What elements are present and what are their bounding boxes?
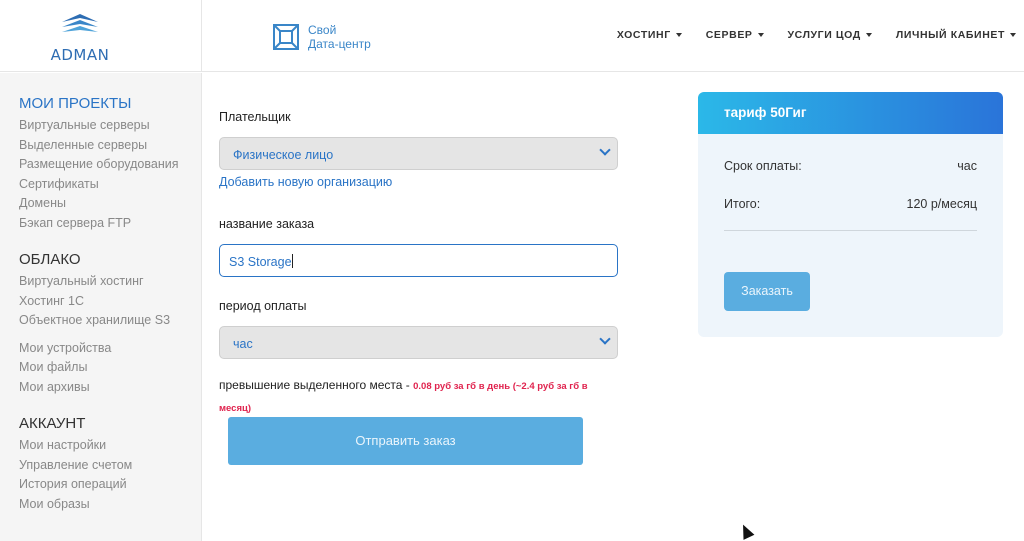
sidebar-item-virtual-hosting[interactable]: Виртуальный хостинг: [19, 272, 201, 292]
text-cursor: [291, 254, 293, 268]
sidebar-item-my-devices[interactable]: Мои устройства: [19, 339, 201, 359]
payment-period-label: период оплаты: [219, 299, 307, 313]
sidebar-item-domains[interactable]: Домены: [19, 194, 201, 214]
order-name-input[interactable]: S3 Storage: [219, 244, 618, 277]
tariff-total-row: Итого: 120 р/месяц: [724, 197, 977, 211]
sidebar-item-virtual-servers[interactable]: Виртуальные серверы: [19, 116, 201, 136]
storage-excess-rate-cont: месяц): [219, 403, 252, 414]
payer-label: Плательщик: [219, 110, 291, 124]
page: ADMAN Свой Дата-центр ХОСТИНГ СЕРВЕР УСЛ…: [0, 0, 1024, 541]
tariff-term-value: час: [957, 159, 977, 173]
brand-area: ADMAN: [0, 0, 202, 72]
order-name-value: S3 Storage: [229, 255, 292, 269]
caret-down-icon: [757, 33, 764, 37]
caret-down-icon: [865, 33, 872, 37]
order-name-label: название заказа: [219, 217, 315, 231]
nav-server-label: СЕРВЕР: [705, 29, 753, 41]
sidebar-group-cloud: ОБЛАКО Виртуальный хостинг Хостинг 1С Об…: [19, 251, 201, 397]
tariff-term-row: Срок оплаты: час: [724, 159, 977, 173]
sidebar-item-my-archives[interactable]: Мои архивы: [19, 378, 201, 398]
sidebar-heading-account[interactable]: АККАУНТ: [19, 415, 201, 432]
sidebar-item-s3-storage[interactable]: Объектное хранилище S3: [19, 311, 201, 331]
sidebar-item-billing[interactable]: Управление счетом: [19, 456, 201, 476]
datacenter-label: Свой Дата-центр: [308, 23, 371, 51]
sidebar: МОИ ПРОЕКТЫ Виртуальные серверы Выделенн…: [0, 73, 202, 541]
order-form: Плательщик Физическое лицо Добавить нову…: [219, 110, 619, 465]
sidebar-group-account: АККАУНТ Мои настройки Управление счетом …: [19, 415, 201, 514]
sidebar-item-my-images[interactable]: Мои образы: [19, 495, 201, 515]
payer-select[interactable]: Физическое лицо: [219, 137, 618, 170]
nav-hosting-label: ХОСТИНГ: [616, 29, 671, 41]
datacenter-link[interactable]: Свой Дата-центр: [272, 19, 371, 55]
payment-period-value: час: [233, 337, 253, 351]
tariff-total-label: Итого:: [724, 197, 761, 211]
nav-account[interactable]: ЛИЧНЫЙ КАБИНЕТ: [896, 29, 1016, 41]
tariff-term-label: Срок оплаты:: [724, 159, 802, 173]
sidebar-item-ftp-backup[interactable]: Бэкап сервера FTP: [19, 214, 201, 234]
order-button[interactable]: Заказать: [724, 272, 810, 311]
top-header: ADMAN Свой Дата-центр ХОСТИНГ СЕРВЕР УСЛ…: [0, 0, 1024, 72]
sidebar-item-my-files[interactable]: Мои файлы: [19, 358, 201, 378]
brand-logo[interactable]: ADMAN: [42, 12, 118, 64]
sidebar-item-certificates[interactable]: Сертификаты: [19, 175, 201, 195]
tariff-title: тариф 50Гиг: [698, 92, 1003, 134]
sidebar-item-dedicated-servers[interactable]: Выделенные серверы: [19, 136, 201, 156]
sidebar-item-history[interactable]: История операций: [19, 475, 201, 495]
sidebar-group-projects: МОИ ПРОЕКТЫ Виртуальные серверы Выделенн…: [19, 95, 201, 233]
nav-dc-services-label: УСЛУГИ ЦОД: [787, 29, 861, 41]
storage-excess-note: превышение выделенного места - 0.08 руб …: [219, 375, 619, 419]
nav-account-label: ЛИЧНЫЙ КАБИНЕТ: [895, 29, 1005, 41]
submit-order-button[interactable]: Отправить заказ: [228, 417, 583, 465]
chevron-down-icon: [599, 144, 611, 156]
sidebar-item-hosting-1c[interactable]: Хостинг 1С: [19, 292, 201, 312]
caret-down-icon: [675, 33, 682, 37]
brand-name: ADMAN: [50, 46, 110, 64]
tariff-total-value: 120 р/месяц: [906, 197, 977, 211]
tariff-divider: [724, 230, 977, 231]
datacenter-icon: [273, 24, 299, 50]
nav-dc-services[interactable]: УСЛУГИ ЦОД: [788, 29, 872, 41]
tariff-panel: тариф 50Гиг Срок оплаты: час Итого: 120 …: [698, 92, 1003, 337]
nav-server[interactable]: СЕРВЕР: [706, 29, 764, 41]
caret-down-icon: [1010, 33, 1016, 37]
sidebar-item-my-settings[interactable]: Мои настройки: [19, 436, 201, 456]
datacenter-line-1: Свой: [308, 23, 337, 37]
sidebar-heading-cloud[interactable]: ОБЛАКО: [19, 251, 201, 268]
storage-excess-rate: 0.08 руб за гб в день (~2.4 руб за гб в: [413, 381, 588, 392]
nav-hosting[interactable]: ХОСТИНГ: [617, 29, 682, 41]
add-organization-link[interactable]: Добавить новую организацию: [219, 175, 619, 189]
sidebar-item-colocation[interactable]: Размещение оборудования: [19, 155, 201, 175]
chevron-down-icon: [599, 333, 611, 345]
storage-excess-label: превышение выделенного места -: [219, 378, 414, 392]
mouse-cursor-icon: [737, 522, 755, 540]
payment-period-select[interactable]: час: [219, 326, 618, 359]
sidebar-heading-projects[interactable]: МОИ ПРОЕКТЫ: [19, 95, 201, 112]
adman-logo-icon: [62, 14, 98, 32]
main-nav: ХОСТИНГ СЕРВЕР УСЛУГИ ЦОД ЛИЧНЫЙ КАБИНЕТ: [593, 29, 1016, 41]
payer-select-value: Физическое лицо: [233, 148, 334, 162]
datacenter-line-2: Дата-центр: [308, 37, 371, 51]
